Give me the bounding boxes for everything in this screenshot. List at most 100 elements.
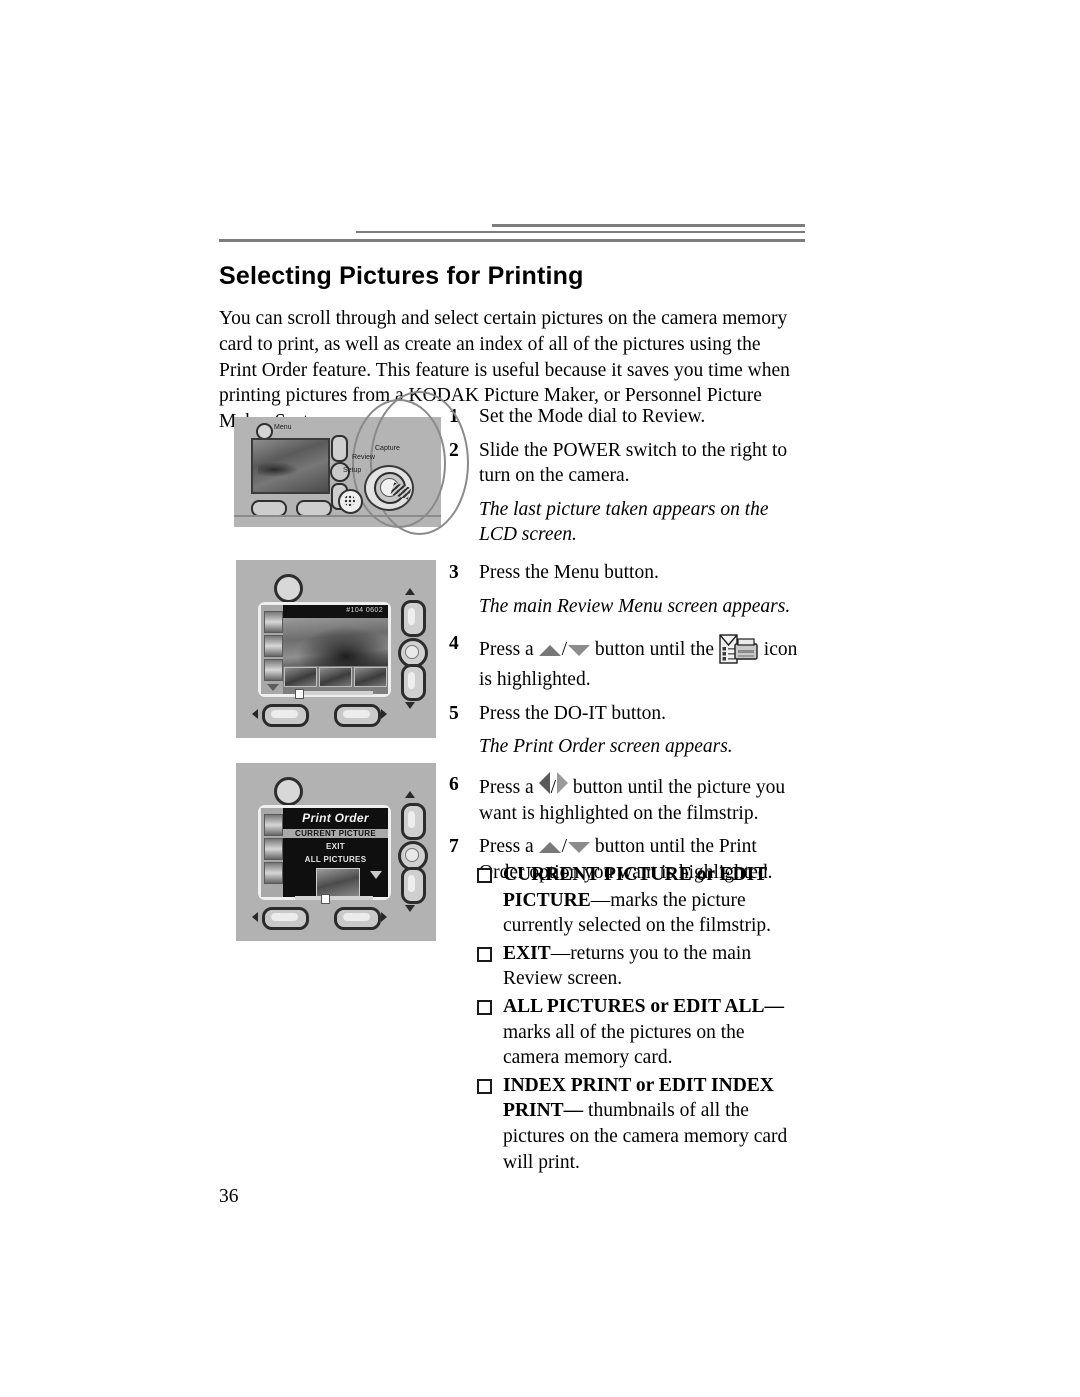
sidebar-icon-trash (264, 838, 283, 860)
header-rule-bottom (219, 239, 805, 242)
dial-label-review: Review (352, 454, 375, 461)
step-5-number: 5 (449, 702, 459, 724)
step-4-number: 4 (449, 633, 459, 655)
step-2: 2 Slide the POWER switch to the right to… (449, 438, 801, 489)
figure-print-order: Print Order CURRENT PICTURE EXIT ALL PIC… (236, 763, 436, 941)
lcd-screen: Print Order CURRENT PICTURE EXIT ALL PIC… (258, 805, 391, 904)
lcd-content: Print Order CURRENT PICTURE EXIT ALL PIC… (283, 808, 388, 904)
step-7-number: 7 (449, 836, 459, 858)
step-5-text: Press the DO-IT button. (479, 702, 667, 724)
step-6-text-pre: Press a (479, 776, 534, 798)
right-softkey-icon (334, 704, 381, 727)
up-button-icon (331, 435, 348, 462)
lcd-header-bar: #104 0602 (283, 605, 388, 618)
steps-list: 1 Set the Mode dial to Review. 2 Slide t… (449, 404, 801, 885)
print-order-icon (719, 631, 759, 667)
list-item: ALL PICTURES or EDIT ALL— marks all of t… (477, 994, 802, 1071)
lcd-sidebar (261, 808, 283, 897)
arrow-right-icon (381, 709, 387, 719)
step-7-text-pre: Press a (479, 836, 534, 858)
page-title: Selecting Pictures for Printing (219, 262, 584, 290)
step-6-number: 6 (449, 773, 459, 795)
up-button-icon (401, 803, 426, 840)
lcd-screen (251, 438, 330, 494)
list-item: CURRENT PICTURE or EDIT PICTURE—marks th… (477, 862, 802, 939)
step-5: 5 Press the DO-IT button. (449, 701, 801, 727)
filmstrip-scrollbar (295, 689, 373, 699)
arrow-up-icon (538, 842, 561, 854)
camera-baseline (234, 515, 441, 517)
print-order-options-list: CURRENT PICTURE or EDIT PICTURE—marks th… (477, 862, 802, 1177)
step-4-text-pre: Press a (479, 639, 534, 661)
step-2-text: Slide the POWER switch to the right to t… (479, 439, 788, 487)
left-softkey-icon (262, 907, 309, 930)
dial-label-capture: Capture (375, 445, 400, 452)
down-button-icon (401, 867, 426, 904)
slash-separator: / (561, 836, 567, 858)
list-item: INDEX PRINT or EDIT INDEX PRINT— thumbna… (477, 1073, 802, 1175)
filmstrip-scrollbar (295, 894, 373, 904)
filmstrip-thumbnail (354, 667, 387, 687)
page-number: 36 (219, 1186, 239, 1207)
arrow-up-icon (405, 588, 415, 595)
slash-separator: / (550, 776, 556, 798)
arrow-left-icon (252, 912, 258, 922)
menu-button-label: Menu (274, 424, 292, 431)
selected-picture-thumbnail (316, 868, 360, 897)
bullet-term: EXIT (503, 942, 551, 964)
checkbox-bullet-icon (477, 999, 492, 1015)
sidebar-scroll-down-icon (267, 684, 279, 691)
header-rule-top (492, 224, 805, 227)
sidebar-icon-trash (264, 635, 283, 657)
bullet-term: ALL PICTURES or EDIT ALL— (503, 995, 785, 1017)
arrow-left-icon (252, 709, 258, 719)
step-1: 1 Set the Mode dial to Review. (449, 404, 801, 430)
lcd-screen: #104 0602 (258, 602, 391, 699)
menu-button-icon (274, 777, 303, 806)
scrollbar-knob (321, 894, 330, 904)
sidebar-icon-print-order (264, 862, 283, 884)
slash-separator: / (561, 639, 567, 661)
step-4: 4 Press a / button until the icon is hig… (449, 631, 801, 693)
scrollbar-knob (295, 689, 304, 699)
checkbox-bullet-icon (477, 1078, 492, 1094)
arrow-up-icon (538, 645, 561, 657)
filmstrip-thumbnail (319, 667, 352, 687)
figure-camera-back: Menu Capture Review Setup (234, 391, 469, 535)
arrow-down-icon (568, 842, 590, 854)
camera-contour-line (370, 391, 469, 535)
checkbox-bullet-icon (477, 946, 492, 962)
step-3-text: Press the Menu button. (479, 561, 659, 583)
menu-scroll-down-icon (370, 871, 382, 879)
step-1-text: Set the Mode dial to Review. (479, 406, 706, 427)
menu-item-current-picture[interactable]: CURRENT PICTURE (283, 829, 388, 838)
down-button-icon (401, 664, 426, 701)
filmstrip-thumbnail (284, 667, 317, 687)
arrow-left-icon (538, 771, 550, 794)
header-rule-middle (356, 231, 805, 233)
dial-label-setup: Setup (343, 467, 362, 474)
lcd-sidebar (261, 605, 283, 694)
note-after-step-5: The Print Order screen appears. (479, 736, 733, 758)
menu-item-all-pictures[interactable]: ALL PICTURES (283, 855, 388, 864)
step-3-number: 3 (449, 561, 459, 583)
menu-button-icon (274, 574, 303, 603)
step-4-text-mid: button until the (594, 639, 715, 661)
sidebar-icon-camera (264, 814, 283, 836)
lcd-main-picture (283, 618, 388, 666)
bullet-desc: marks all of the pictures on the camera … (503, 1021, 745, 1069)
menu-item-exit[interactable]: EXIT (283, 842, 388, 851)
arrow-up-icon (405, 791, 415, 798)
list-item: EXIT—returns you to the main Review scre… (477, 941, 802, 992)
arrow-right-icon (557, 771, 568, 794)
checkbox-bullet-icon (477, 868, 492, 883)
step-3: 3 Press the Menu button. (449, 560, 801, 586)
note-after-step-3: The main Review Menu screen appears. (479, 595, 791, 617)
speaker-icon (338, 489, 363, 514)
arrow-right-icon (381, 912, 387, 922)
